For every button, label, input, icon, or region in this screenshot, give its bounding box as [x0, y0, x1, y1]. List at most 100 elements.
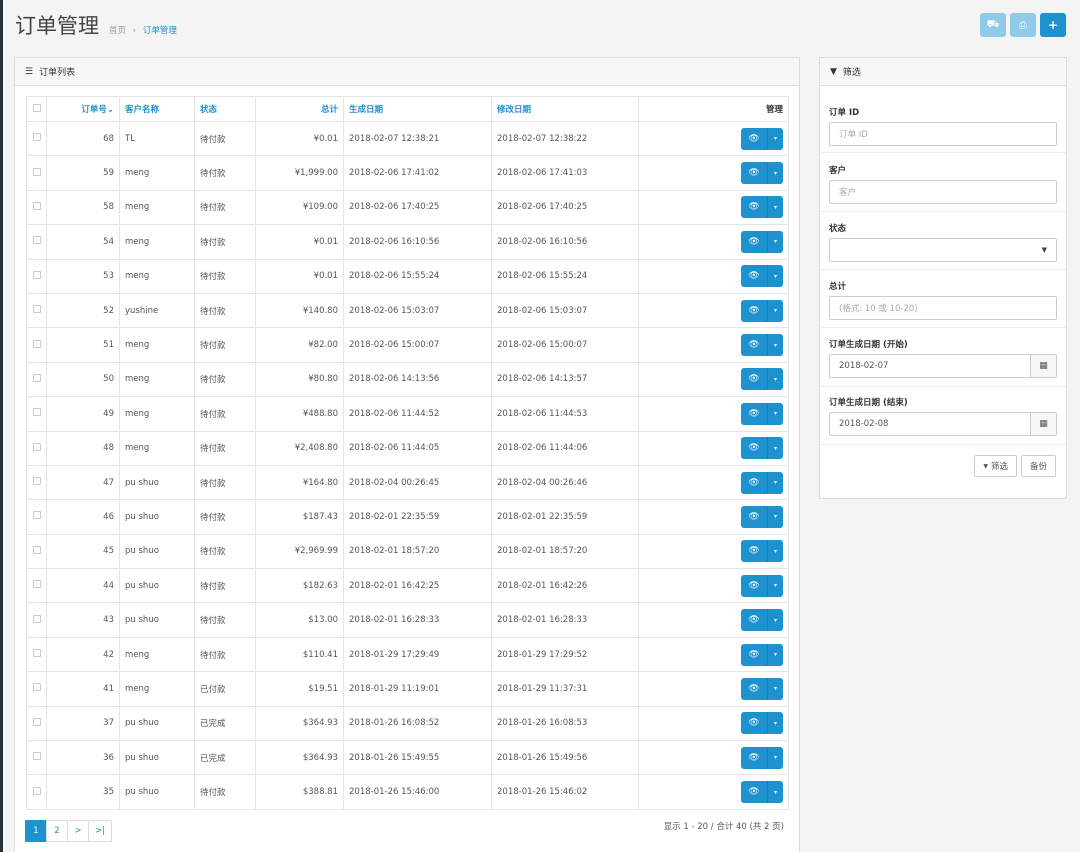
- view-button[interactable]: 👁: [741, 574, 767, 597]
- view-button[interactable]: 👁: [741, 437, 767, 460]
- row-menu-button[interactable]: ▾: [767, 402, 783, 425]
- row-menu-button[interactable]: ▾: [767, 643, 783, 666]
- calendar-icon[interactable]: ▦: [1031, 412, 1057, 436]
- view-button[interactable]: 👁: [741, 334, 767, 357]
- backup-button[interactable]: 备份: [1020, 455, 1056, 477]
- column-status[interactable]: 状态: [194, 96, 256, 122]
- customer-label: 客户: [829, 166, 847, 176]
- row-menu-button[interactable]: ▾: [767, 265, 783, 288]
- select-all-checkbox[interactable]: [32, 103, 41, 112]
- view-button[interactable]: 👁: [741, 299, 767, 322]
- view-button[interactable]: 👁: [741, 677, 767, 700]
- column-customer[interactable]: 客户名称: [119, 96, 195, 122]
- row-checkbox[interactable]: [32, 236, 41, 245]
- view-button[interactable]: 👁: [741, 265, 767, 288]
- view-button[interactable]: 👁: [741, 162, 767, 185]
- customer-group: 客户 客户: [829, 164, 1057, 204]
- order-id-input[interactable]: 订单 ID: [829, 122, 1057, 146]
- calendar-icon[interactable]: ▦: [1031, 354, 1057, 378]
- view-button[interactable]: 👁: [741, 609, 767, 632]
- status-select[interactable]: ▼: [829, 238, 1057, 262]
- view-button[interactable]: 👁: [741, 505, 767, 528]
- row-checkbox[interactable]: [32, 511, 41, 520]
- row-checkbox[interactable]: [32, 305, 41, 314]
- customer-input[interactable]: 客户: [829, 180, 1057, 204]
- row-checkbox[interactable]: [32, 580, 41, 589]
- manage-cell: 👁 ▾: [638, 155, 789, 191]
- view-button[interactable]: 👁: [741, 746, 767, 769]
- row-menu-button[interactable]: ▾: [767, 368, 783, 391]
- view-button[interactable]: 👁: [741, 643, 767, 666]
- row-checkbox[interactable]: [32, 717, 41, 726]
- row-menu-button[interactable]: ▾: [767, 574, 783, 597]
- row-menu-button[interactable]: ▾: [767, 746, 783, 769]
- divider: [820, 327, 1066, 328]
- view-button[interactable]: 👁: [741, 230, 767, 253]
- row-menu-button[interactable]: ▾: [767, 609, 783, 632]
- last-page-button[interactable]: >|: [88, 820, 112, 842]
- total-label: 总计: [829, 282, 847, 292]
- row-menu-button[interactable]: ▾: [767, 162, 783, 185]
- column-order-id[interactable]: 订单号⌄: [46, 96, 120, 122]
- add-button[interactable]: +: [1040, 13, 1066, 37]
- view-button[interactable]: 👁: [741, 127, 767, 150]
- filter-button[interactable]: ▼ 筛选: [974, 455, 1017, 477]
- date-end-input[interactable]: 2018-02-08: [829, 412, 1031, 436]
- next-page-button[interactable]: >: [67, 820, 89, 842]
- print-button[interactable]: ⎙: [1010, 13, 1036, 37]
- row-checkbox[interactable]: [32, 683, 41, 692]
- view-button[interactable]: 👁: [741, 540, 767, 563]
- row-checkbox[interactable]: [32, 270, 41, 279]
- row-menu-button[interactable]: ▾: [767, 505, 783, 528]
- modified-cell: 2018-01-26 15:49:56: [491, 740, 639, 776]
- view-button[interactable]: 👁: [741, 781, 767, 804]
- total-input[interactable]: (格式: 10 或 10-20): [829, 296, 1057, 320]
- row-checkbox[interactable]: [32, 408, 41, 417]
- row-checkbox[interactable]: [32, 752, 41, 761]
- created-cell: 2018-02-06 15:00:07: [343, 327, 492, 363]
- ship-button[interactable]: ⛟: [980, 13, 1006, 37]
- created-cell: 2018-02-06 11:44:05: [343, 430, 492, 466]
- row-checkbox[interactable]: [32, 167, 41, 176]
- column-created[interactable]: 生成日期: [343, 96, 492, 122]
- row-checkbox[interactable]: [32, 373, 41, 382]
- column-modified[interactable]: 修改日期: [491, 96, 639, 122]
- row-checkbox[interactable]: [32, 477, 41, 486]
- row-checkbox[interactable]: [32, 339, 41, 348]
- status-cell: 待付款: [194, 430, 256, 466]
- row-menu-button[interactable]: ▾: [767, 196, 783, 219]
- row-menu-button[interactable]: ▾: [767, 437, 783, 460]
- row-checkbox[interactable]: [32, 201, 41, 210]
- row-menu-button[interactable]: ▾: [767, 299, 783, 322]
- view-button[interactable]: 👁: [741, 402, 767, 425]
- view-button[interactable]: 👁: [741, 196, 767, 219]
- row-action-group: 👁 ▾: [741, 746, 783, 769]
- view-button[interactable]: 👁: [741, 368, 767, 391]
- row-menu-button[interactable]: ▾: [767, 127, 783, 150]
- row-checkbox[interactable]: [32, 442, 41, 451]
- page-2-button[interactable]: 2: [46, 820, 68, 842]
- row-checkbox[interactable]: [32, 649, 41, 658]
- page-1-button[interactable]: 1: [25, 820, 47, 842]
- row-menu-button[interactable]: ▾: [767, 677, 783, 700]
- row-menu-button[interactable]: ▾: [767, 334, 783, 357]
- table-row: 41 meng 已付款 $19.51 2018-01-29 11:19:01 2018-0…: [26, 671, 789, 707]
- row-menu-button[interactable]: ▾: [767, 230, 783, 253]
- column-total[interactable]: 总计: [255, 96, 344, 122]
- row-checkbox[interactable]: [32, 133, 41, 142]
- divider: [820, 444, 1066, 445]
- row-checkbox[interactable]: [32, 614, 41, 623]
- row-menu-button[interactable]: ▾: [767, 540, 783, 563]
- total-cell: $13.00: [255, 602, 344, 638]
- date-start-input[interactable]: 2018-02-07: [829, 354, 1031, 378]
- customer-cell: pu shuo: [119, 740, 195, 776]
- view-button[interactable]: 👁: [741, 712, 767, 735]
- breadcrumb-current[interactable]: 订单管理: [143, 26, 177, 36]
- row-menu-button[interactable]: ▾: [767, 781, 783, 804]
- row-checkbox[interactable]: [32, 786, 41, 795]
- row-menu-button[interactable]: ▾: [767, 712, 783, 735]
- row-menu-button[interactable]: ▾: [767, 471, 783, 494]
- row-checkbox[interactable]: [32, 545, 41, 554]
- view-button[interactable]: 👁: [741, 471, 767, 494]
- breadcrumb-home[interactable]: 首页: [109, 26, 126, 36]
